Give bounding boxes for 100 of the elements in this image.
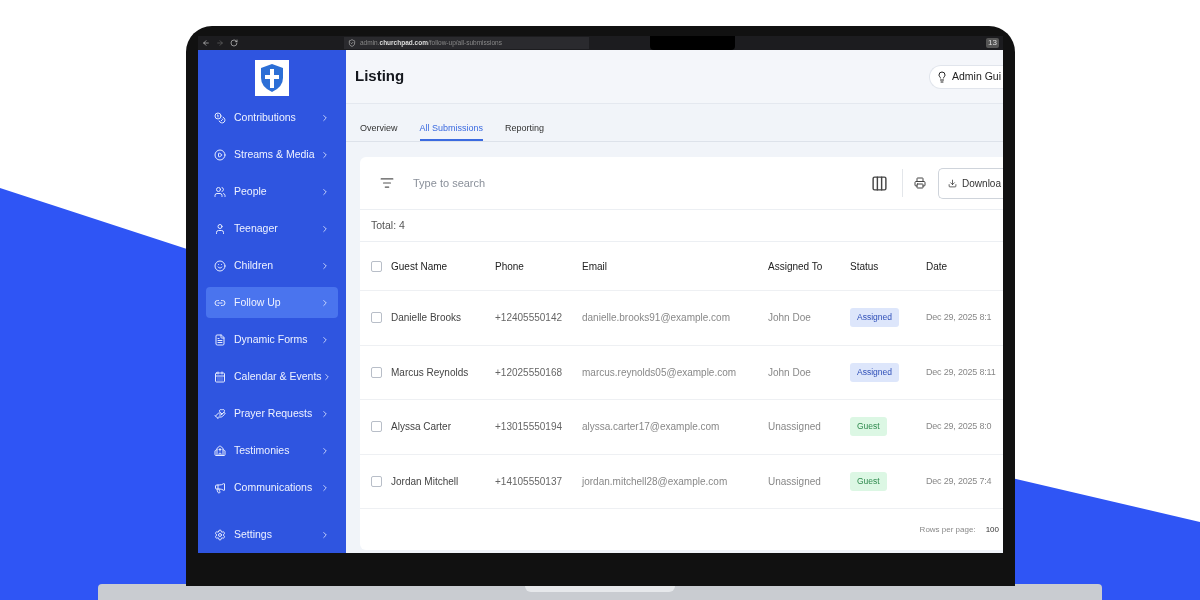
status-badge: Guest <box>850 471 887 491</box>
column-header: Date <box>926 259 949 274</box>
table-cell-text: +12025550168 <box>495 365 564 380</box>
menu-icon <box>214 185 226 198</box>
column-header: Assigned To <box>768 259 824 274</box>
table-cell-text: John Doe <box>768 311 812 326</box>
menu-icon <box>214 111 226 124</box>
page-title: Listing <box>355 66 405 87</box>
chevron-icon <box>320 297 330 308</box>
reload-icon[interactable] <box>230 39 238 47</box>
admin-guide-button[interactable]: Admin Gui <box>928 64 1003 89</box>
download-icon <box>948 178 958 188</box>
sidebar-item[interactable]: Dynamic Forms <box>206 324 338 355</box>
menu-icon <box>214 148 226 161</box>
sidebar-label: Follow Up <box>234 294 282 310</box>
table-cell-text: +13015550194 <box>495 420 564 435</box>
back-icon[interactable] <box>202 39 210 47</box>
table-cell-text: Dec 29, 2025 7:4 <box>926 474 993 488</box>
table-cell-text: Unassigned <box>768 420 822 435</box>
tab[interactable]: Overview <box>360 118 398 141</box>
chevron-icon <box>320 112 330 123</box>
sidebar-label: Streams & Media <box>234 146 316 162</box>
table-cell-text: Alyssa Carter <box>391 420 452 435</box>
chevron-icon <box>320 186 330 197</box>
column-header: Phone <box>495 259 525 274</box>
print-icon[interactable] <box>914 177 927 189</box>
menu-icon <box>214 222 226 235</box>
download-button[interactable]: Downloa <box>938 167 1003 199</box>
sidebar-item[interactable]: Children <box>206 250 338 281</box>
menu-icon <box>214 481 226 494</box>
menu-icon <box>214 528 226 541</box>
sidebar-item[interactable]: Communications <box>206 472 338 503</box>
menu-icon <box>214 407 226 420</box>
sidebar-label: Contributions <box>234 109 297 125</box>
sidebar-label: People <box>234 183 268 199</box>
table-cell-text: alyssa.carter17@example.com <box>582 420 721 435</box>
checkbox[interactable] <box>371 366 382 378</box>
table-cell-text: danielle.brooks91@example.com <box>582 311 731 326</box>
sidebar-item[interactable]: Follow Up <box>206 287 338 318</box>
lightbulb-icon <box>935 70 948 83</box>
chevron-icon <box>320 529 330 540</box>
sidebar-label: Testimonies <box>234 442 291 458</box>
menu-icon <box>214 259 226 272</box>
menu-icon <box>214 370 226 383</box>
table-cell-text: John Doe <box>768 365 812 380</box>
tab-count-badge[interactable]: 13 <box>986 38 999 48</box>
total-count: Total: 4 <box>371 217 405 233</box>
table-cell-text: Unassigned <box>768 474 822 489</box>
table-cell-text: Marcus Reynolds <box>391 365 470 380</box>
columns-icon[interactable] <box>871 174 889 192</box>
shield-cross-logo[interactable] <box>255 60 289 96</box>
tab[interactable]: All Submissions <box>419 118 484 141</box>
sidebar-label: Calendar & Events <box>234 368 322 384</box>
rows-per-page-label: Rows per page: <box>919 523 976 536</box>
column-header: Guest Name <box>391 259 449 274</box>
sidebar-item[interactable]: Calendar & Events <box>206 361 338 392</box>
search-field[interactable]: Type to search <box>413 174 872 192</box>
chevron-icon <box>320 149 330 160</box>
checkbox[interactable] <box>371 421 382 433</box>
checkbox[interactable] <box>371 475 382 487</box>
chevron-icon <box>320 334 330 345</box>
sidebar-item[interactable]: Prayer Requests <box>206 398 338 429</box>
shield-icon <box>348 39 356 47</box>
chevron-icon <box>320 445 330 456</box>
sidebar-label: Dynamic Forms <box>234 331 309 347</box>
sidebar-item[interactable]: Testimonies <box>206 435 338 466</box>
sidebar-label: Settings <box>234 526 273 542</box>
sidebar-item[interactable]: Contributions <box>206 102 338 133</box>
menu-icon <box>214 444 226 457</box>
sidebar-item[interactable]: Teenager <box>206 213 338 244</box>
chevron-icon <box>320 260 330 271</box>
table-cell-text: Danielle Brooks <box>391 311 463 326</box>
table-cell-text: marcus.reynolds05@example.com <box>582 365 738 380</box>
chevron-icon <box>320 482 330 493</box>
menu-icon <box>214 333 226 346</box>
chevron-icon <box>320 223 330 234</box>
sidebar-item[interactable]: Settings <box>206 519 338 550</box>
sidebar-label: Communications <box>234 479 314 495</box>
chevron-icon <box>320 408 330 419</box>
table-cell-text: jordan.mitchell28@example.com <box>582 474 729 489</box>
sidebar-item[interactable]: People <box>206 176 338 207</box>
status-badge: Assigned <box>850 308 899 328</box>
table-cell-text: Dec 29, 2025 8:1 <box>926 311 993 324</box>
status-badge: Guest <box>850 417 887 437</box>
table-cell-text: Jordan Mitchell <box>391 474 460 489</box>
rows-per-page-select[interactable]: 100 <box>985 523 999 536</box>
filter-icon[interactable] <box>380 176 394 190</box>
column-header: Email <box>582 259 608 274</box>
column-header: Status <box>850 259 880 274</box>
sidebar-label: Teenager <box>234 220 279 236</box>
sidebar-label: Children <box>234 257 275 273</box>
checkbox[interactable] <box>371 260 382 272</box>
sidebar-label: Prayer Requests <box>234 405 314 421</box>
sidebar-item[interactable]: Streams & Media <box>206 139 338 170</box>
status-badge: Assigned <box>850 362 899 382</box>
table-cell-text: Dec 29, 2025 8:0 <box>926 420 993 433</box>
table-cell-text: +14105550137 <box>495 474 564 489</box>
checkbox[interactable] <box>371 312 382 324</box>
table-cell-text: +12405550142 <box>495 311 564 326</box>
tab[interactable]: Reporting <box>505 118 545 141</box>
